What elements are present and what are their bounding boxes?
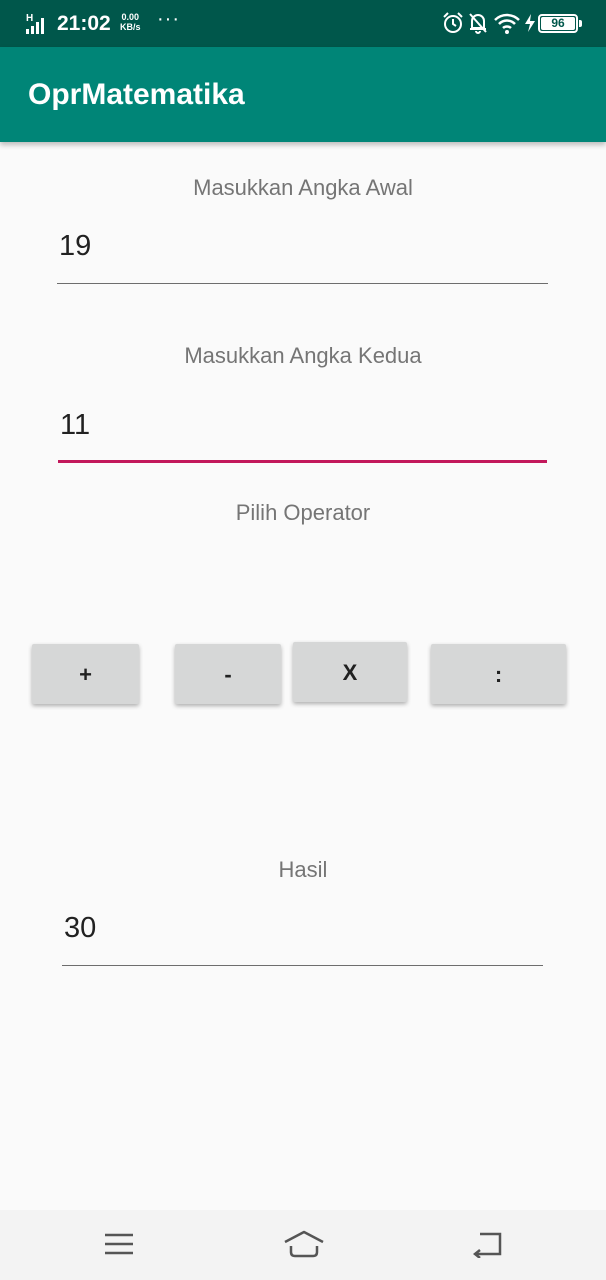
multiply-button[interactable]: X <box>293 642 407 702</box>
menu-icon[interactable] <box>104 1232 134 1256</box>
more-notifications-indicator: ··· <box>157 8 180 30</box>
first-number-label: Masukkan Angka Awal <box>193 175 413 200</box>
app-bar: OprMatematika <box>0 47 606 142</box>
divide-button[interactable]: : <box>431 644 566 704</box>
result-field[interactable]: 30 <box>62 906 543 966</box>
app-title: OprMatematika <box>28 78 245 111</box>
charging-icon <box>525 14 535 32</box>
battery-icon: 96 <box>538 14 582 33</box>
svg-text:H: H <box>26 13 33 24</box>
first-number-input[interactable]: 19 <box>57 224 548 284</box>
result-label: Hasil <box>278 857 328 882</box>
status-bar: H 21:02 0.00 KB/s ··· 96 <box>0 0 606 47</box>
notifications-off-icon <box>469 13 487 34</box>
add-button[interactable]: + <box>32 644 139 704</box>
home-icon[interactable] <box>283 1230 325 1258</box>
navigation-bar <box>0 1210 606 1280</box>
wifi-icon <box>494 13 520 34</box>
signal-icon: H <box>26 13 44 34</box>
back-icon[interactable] <box>472 1232 504 1258</box>
alarm-icon <box>443 12 463 33</box>
clock: 21:02 <box>57 12 111 35</box>
second-number-input[interactable]: 11 <box>58 403 547 463</box>
operator-label: Pilih Operator <box>235 500 371 525</box>
network-speed: 0.00 KB/s <box>120 12 141 32</box>
second-number-label: Masukkan Angka Kedua <box>184 343 422 368</box>
subtract-button[interactable]: - <box>175 644 281 704</box>
battery-level: 96 <box>551 16 565 30</box>
